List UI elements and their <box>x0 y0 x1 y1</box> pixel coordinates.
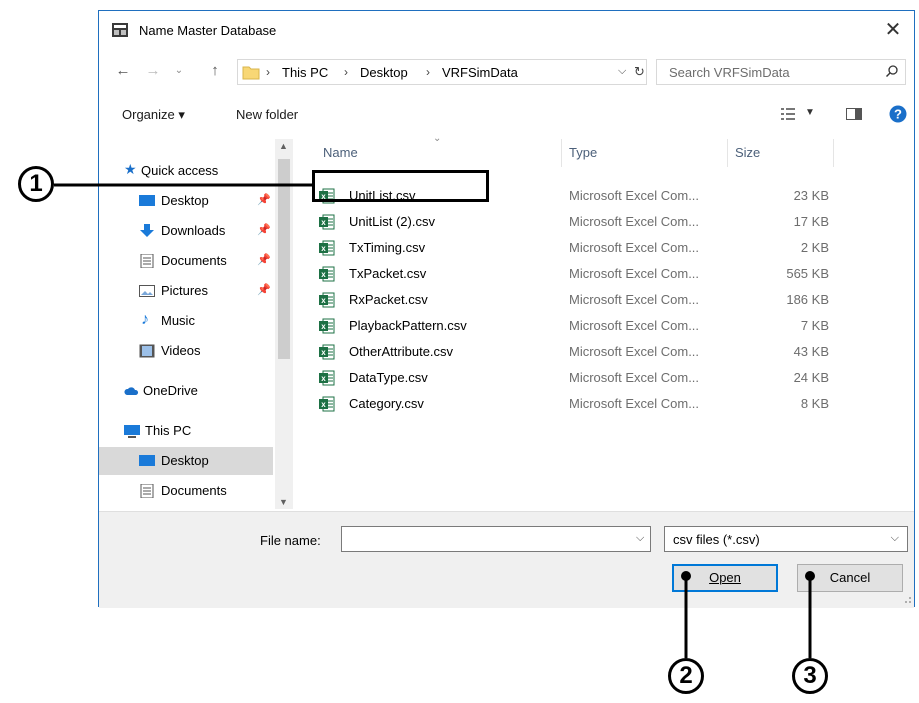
callout-3: 3 <box>792 658 828 694</box>
callout-1: 1 <box>18 166 54 202</box>
callout-3-anchor <box>805 571 815 581</box>
callout-2-anchor <box>681 571 691 581</box>
callout-2: 2 <box>668 658 704 694</box>
callout-lines <box>54 183 812 658</box>
